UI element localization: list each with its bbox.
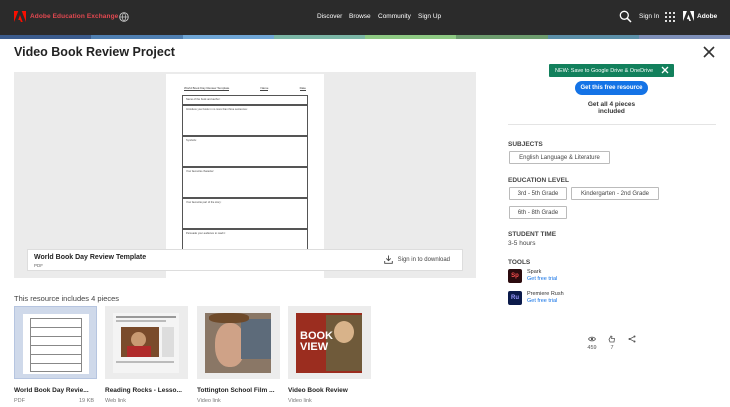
document-header: World Book Day Review Template Name Date: [184, 86, 306, 91]
doc-row: Your favourite part of the story:: [182, 198, 308, 229]
doc-title: World Book Day Review Template: [184, 86, 230, 91]
brand-name: Adobe Education Exchange: [30, 13, 119, 20]
document-preview: World Book Day Review Template Name Date…: [14, 72, 476, 278]
piece-thumbnail-4[interactable]: BOOK VIEW: [288, 306, 371, 379]
level-tag[interactable]: 6th - 8th Grade: [509, 206, 567, 219]
document-page: World Book Day Review Template Name Date…: [166, 74, 324, 278]
page-title: Video Book Review Project: [14, 45, 175, 59]
doc-date-label: Date: [299, 86, 306, 91]
includes-label: This resource includes 4 pieces: [14, 294, 120, 303]
color-strip-segment: [365, 35, 457, 39]
color-strip-segment: [547, 35, 639, 39]
sign-in-link[interactable]: Sign In: [639, 13, 659, 20]
search-icon[interactable]: [619, 10, 632, 23]
save-to-drive-badge[interactable]: NEW: Save to Google Drive & OneDrive: [549, 64, 674, 77]
tool-name: Spark: [527, 269, 542, 275]
subject-tag[interactable]: English Language & Literature: [509, 151, 610, 164]
close-icon[interactable]: [702, 45, 716, 59]
divider: [508, 124, 716, 125]
get-resource-button[interactable]: Get this free resource: [575, 81, 648, 95]
spark-app-icon: Sp: [508, 269, 522, 283]
doc-name-label: Name: [260, 86, 269, 91]
adobe-logo-icon: [14, 11, 26, 22]
top-nav: Adobe Education Exchange Discover Browse…: [0, 0, 730, 35]
student-time-heading: STUDENT TIME: [508, 231, 557, 238]
doc-row: Symbols:: [182, 136, 308, 167]
tools-heading: TOOLS: [508, 259, 531, 266]
piece-size: 19 KB: [79, 398, 94, 404]
views-stat: 459: [583, 335, 601, 351]
free-trial-link[interactable]: Get free trial: [527, 276, 557, 282]
piece-type: PDF: [14, 398, 25, 404]
doc-row: Name of the book and author:: [182, 95, 308, 105]
doc-row: Introduce your book in no more than thre…: [182, 105, 308, 136]
file-type: PDF: [34, 263, 43, 268]
piece-type: Web link: [105, 398, 126, 404]
tool-spark: Sp Spark Get free trial: [508, 269, 557, 283]
share-icon: [628, 335, 636, 343]
color-strip-segment: [91, 35, 183, 39]
piece-name[interactable]: Tottington School Film ...: [197, 387, 275, 394]
file-info-bar: World Book Day Review Template PDF Sign …: [27, 249, 463, 271]
color-strip-segment: [456, 35, 548, 39]
color-strip-segment: [638, 35, 730, 39]
tool-name: Premiere Rush: [527, 291, 564, 297]
apps-grid-icon[interactable]: [665, 12, 675, 22]
download-label: Sign in to download: [397, 256, 450, 263]
piece-type: Video link: [288, 398, 312, 404]
brand-link[interactable]: Adobe Education Exchange: [14, 11, 118, 22]
student-time-value: 3-5 hours: [508, 240, 536, 247]
piece-name[interactable]: Video Book Review: [288, 387, 348, 394]
adobe-label: Adobe: [697, 12, 718, 20]
tool-premiere-rush: Ru Premiere Rush Get free trial: [508, 291, 564, 305]
doc-row: Your favourite character:: [182, 167, 308, 198]
favorites-count: 7: [610, 345, 614, 351]
share-stat[interactable]: [623, 335, 641, 345]
piece-type: Video link: [197, 398, 221, 404]
piece-thumbnail-3[interactable]: [197, 306, 280, 379]
video-thumbnail: [205, 313, 271, 373]
level-tag[interactable]: 3rd - 5th Grade: [509, 187, 567, 200]
color-strip: [0, 35, 730, 39]
color-strip-segment: [0, 35, 92, 39]
free-trial-link[interactable]: Get free trial: [527, 298, 564, 304]
subjects-heading: SUBJECTS: [508, 141, 543, 148]
premiere-rush-app-icon: Ru: [508, 291, 522, 305]
favorites-stat[interactable]: 7: [603, 335, 621, 351]
video-thumbnail: BOOK VIEW: [296, 313, 362, 373]
appreciate-icon: [608, 335, 615, 343]
color-strip-segment: [273, 35, 365, 39]
all-pieces-label: Get all 4 pieces included: [587, 101, 636, 115]
adobe-link[interactable]: Adobe: [683, 11, 717, 21]
nav-sign-up[interactable]: Sign Up: [418, 13, 441, 20]
views-count: 459: [587, 345, 597, 351]
sign-in-to-download-button[interactable]: Sign in to download: [383, 255, 450, 264]
piece-name[interactable]: World Book Day Revie...: [14, 387, 89, 394]
nav-community[interactable]: Community: [378, 13, 411, 20]
adobe-logo-icon: [683, 11, 694, 21]
nav-browse[interactable]: Browse: [349, 13, 371, 20]
level-tag[interactable]: Kindergarten - 2nd Grade: [571, 187, 659, 200]
color-strip-segment: [182, 35, 274, 39]
nav-discover[interactable]: Discover: [317, 13, 342, 20]
close-icon[interactable]: [661, 66, 669, 74]
pdf-thumbnail: [23, 314, 89, 374]
piece-thumbnail-1[interactable]: [14, 306, 97, 379]
education-level-heading: EDUCATION LEVEL: [508, 177, 569, 184]
web-thumbnail: [113, 313, 179, 373]
globe-icon[interactable]: [119, 12, 129, 22]
piece-name[interactable]: Reading Rocks - Lesso...: [105, 387, 182, 394]
badge-text: NEW: Save to Google Drive & OneDrive: [555, 67, 654, 74]
download-icon: [383, 255, 393, 264]
file-title: World Book Day Review Template: [34, 254, 147, 261]
eye-icon: [588, 336, 596, 342]
piece-thumbnail-2[interactable]: [105, 306, 188, 379]
